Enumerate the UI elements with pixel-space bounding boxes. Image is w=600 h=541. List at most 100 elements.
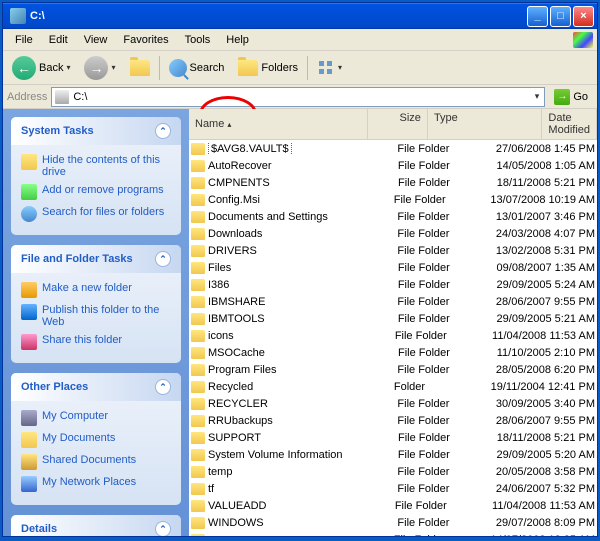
search-button[interactable]: Search	[164, 56, 230, 80]
search-icon	[21, 206, 37, 222]
file-date: 19/11/2004 12:41 PM	[491, 381, 595, 393]
file-row[interactable]: MSOCacheFile Folder11/10/2005 2:10 PM	[189, 344, 597, 361]
task-hide-contents[interactable]: Hide the contents of this drive	[21, 151, 171, 181]
file-row[interactable]: tempFile Folder20/05/2008 3:58 PM	[189, 463, 597, 480]
address-value: C:\	[73, 91, 528, 103]
col-type[interactable]: Type	[428, 109, 542, 139]
place-my-computer[interactable]: My Computer	[21, 407, 171, 429]
file-date: 27/06/2008 1:45 PM	[496, 143, 595, 155]
file-type: File Folder	[398, 160, 497, 172]
file-row[interactable]: WINDOWSFile Folder29/07/2008 8:09 PM	[189, 514, 597, 531]
menu-tools[interactable]: Tools	[177, 31, 219, 49]
file-name: VALUEADD	[208, 500, 266, 512]
folders-button[interactable]: Folders	[233, 57, 303, 79]
views-dropdown-icon[interactable]: ▾	[338, 63, 342, 72]
task-search[interactable]: Search for files or folders	[21, 203, 171, 225]
go-label: Go	[573, 91, 588, 103]
file-type: File Folder	[395, 330, 492, 342]
address-input[interactable]: C:\ ▾	[51, 87, 545, 107]
file-row[interactable]: DownloadsFile Folder24/03/2008 4:07 PM	[189, 225, 597, 242]
details-header[interactable]: Details ⌃	[11, 515, 181, 536]
file-row[interactable]: I386File Folder29/09/2005 5:24 AM	[189, 276, 597, 293]
up-folder-icon	[130, 60, 150, 76]
go-button[interactable]: → Go	[549, 87, 593, 107]
folder-icon	[191, 364, 205, 376]
file-row[interactable]: DRIVERSFile Folder13/02/2008 5:31 PM	[189, 242, 597, 259]
task-add-remove[interactable]: Add or remove programs	[21, 181, 171, 203]
forward-button[interactable]: → ▾	[79, 53, 120, 83]
column-headers: Name▴ Size Type Date Modified	[189, 109, 597, 140]
folder-icon	[191, 415, 205, 427]
folder-icon	[191, 534, 205, 537]
file-row[interactable]: CMPNENTSFile Folder18/11/2008 5:21 PM	[189, 174, 597, 191]
file-name: SUPPORT	[208, 432, 261, 444]
file-type: File Folder	[397, 398, 496, 410]
task-share[interactable]: Share this folder	[21, 331, 171, 353]
menu-view[interactable]: View	[76, 31, 116, 49]
file-row[interactable]: IBMSHARE File Folder28/06/2007 9:55 PM	[189, 293, 597, 310]
folder-icon	[191, 194, 205, 206]
file-date: 29/07/2008 8:09 PM	[496, 517, 595, 529]
disk-icon	[55, 90, 69, 104]
menu-edit[interactable]: Edit	[41, 31, 76, 49]
file-list[interactable]: Name▴ Size Type Date Modified $AVG8.VAUL…	[189, 109, 597, 536]
file-row[interactable]: RecycledFolder19/11/2004 12:41 PM	[189, 378, 597, 395]
folder-icon	[191, 296, 205, 308]
folder-icon	[191, 347, 205, 359]
views-button[interactable]: ▾	[312, 56, 347, 80]
folder-icon	[191, 449, 205, 461]
up-button[interactable]	[125, 57, 155, 79]
file-row[interactable]: tfFile Folder24/06/2007 5:32 PM	[189, 480, 597, 497]
file-date: 29/09/2005 5:21 AM	[497, 313, 595, 325]
system-tasks-header[interactable]: System Tasks ⌃	[11, 117, 181, 145]
file-type: File Folder	[397, 228, 496, 240]
file-row[interactable]: FilesFile Folder09/08/2007 1:35 AM	[189, 259, 597, 276]
file-row[interactable]: SUPPORTFile Folder18/11/2008 5:21 PM	[189, 429, 597, 446]
forward-dropdown-icon[interactable]: ▾	[111, 63, 115, 72]
file-name: Config.Msi	[208, 194, 260, 206]
address-dropdown-icon[interactable]: ▾	[533, 91, 542, 102]
close-button[interactable]: ×	[573, 6, 594, 27]
file-row[interactable]: RRUbackupsFile Folder28/06/2007 9:55 PM	[189, 412, 597, 429]
addressbar: Address C:\ ▾ → Go	[3, 85, 597, 109]
file-date: 28/06/2007 9:55 PM	[496, 296, 595, 308]
window-title: C:\	[30, 10, 527, 22]
file-name: RRUbackups	[208, 415, 273, 427]
col-name[interactable]: Name▴	[189, 109, 368, 139]
file-row[interactable]: Documents and SettingsFile Folder13/01/2…	[189, 208, 597, 225]
file-row[interactable]: iconsFile Folder11/04/2008 11:53 AM	[189, 327, 597, 344]
back-button[interactable]: ← Back ▾	[7, 53, 75, 83]
place-network-places[interactable]: My Network Places	[21, 473, 171, 495]
file-row[interactable]: Program FilesFile Folder28/05/2008 6:20 …	[189, 361, 597, 378]
file-type: File Folder	[397, 296, 496, 308]
task-new-folder[interactable]: Make a new folder	[21, 279, 171, 301]
place-my-documents[interactable]: My Documents	[21, 429, 171, 451]
minimize-button[interactable]: _	[527, 6, 548, 27]
file-type: File Folder	[397, 143, 496, 155]
maximize-button[interactable]: □	[550, 6, 571, 27]
place-shared-documents[interactable]: Shared Documents	[21, 451, 171, 473]
file-row[interactable]: xpFile Folder14/07/2008 12:25 AM	[189, 531, 597, 536]
file-row[interactable]: VALUEADDFile Folder11/04/2008 11:53 AM	[189, 497, 597, 514]
search-label: Search	[190, 62, 225, 74]
col-size[interactable]: Size	[368, 109, 428, 139]
col-date[interactable]: Date Modified	[542, 109, 597, 139]
other-places-header[interactable]: Other Places ⌃	[11, 373, 181, 401]
file-row[interactable]: Config.MsiFile Folder13/07/2008 10:19 AM	[189, 191, 597, 208]
menu-help[interactable]: Help	[218, 31, 257, 49]
menu-file[interactable]: File	[7, 31, 41, 49]
file-row[interactable]: AutoRecoverFile Folder14/05/2008 1:05 AM	[189, 157, 597, 174]
file-date: 29/09/2005 5:20 AM	[497, 449, 595, 461]
file-row[interactable]: $AVG8.VAULT$File Folder27/06/2008 1:45 P…	[189, 140, 597, 157]
file-name: IBMSHARE	[208, 296, 265, 308]
file-row[interactable]: System Volume InformationFile Folder29/0…	[189, 446, 597, 463]
file-row[interactable]: RECYCLERFile Folder30/09/2005 3:40 PM	[189, 395, 597, 412]
task-publish[interactable]: Publish this folder to the Web	[21, 301, 171, 331]
menu-favorites[interactable]: Favorites	[115, 31, 176, 49]
file-name: AutoRecover	[208, 160, 272, 172]
share-icon	[21, 334, 37, 350]
back-dropdown-icon[interactable]: ▾	[66, 63, 70, 72]
file-folder-tasks-header[interactable]: File and Folder Tasks ⌃	[11, 245, 181, 273]
file-row[interactable]: IBMTOOLSFile Folder29/09/2005 5:21 AM	[189, 310, 597, 327]
titlebar: C:\ _ □ ×	[3, 3, 597, 29]
